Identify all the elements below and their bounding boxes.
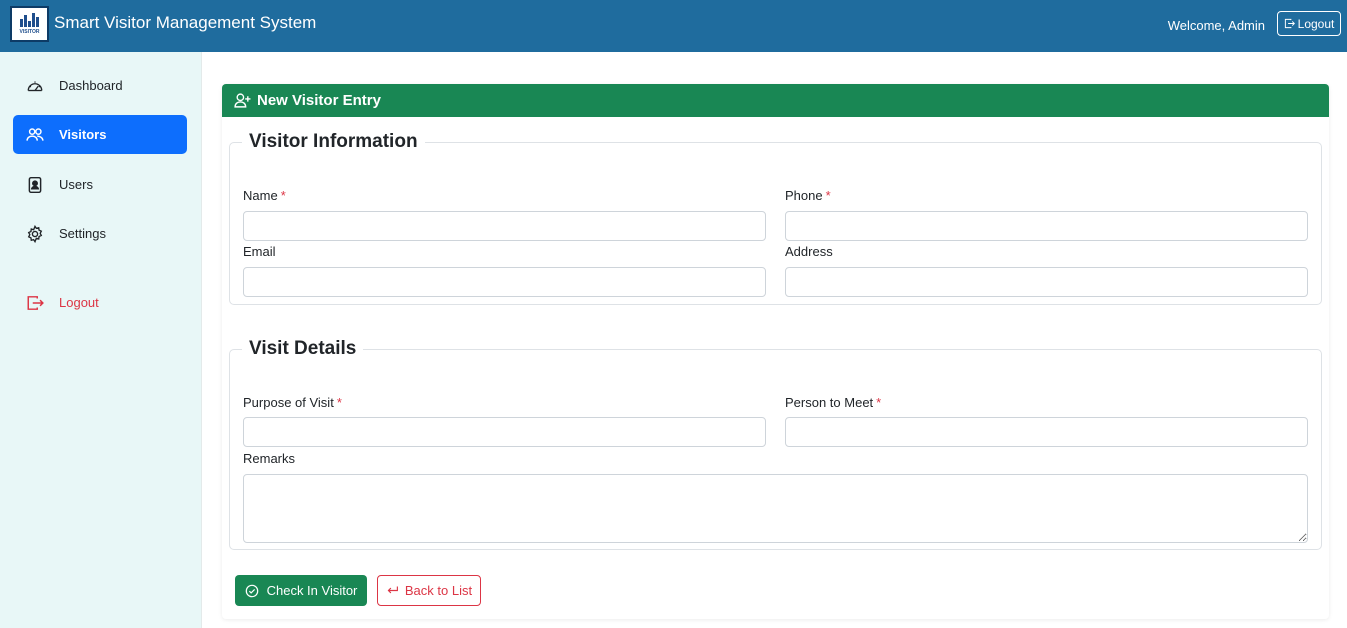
person-badge-icon [28,176,42,193]
sidebar-item-label: Users [59,177,93,192]
header-logout-label: Logout [1297,16,1335,31]
sidebar-item-users[interactable]: Users [13,165,187,204]
visitor-information-section: Visitor Information Name * Phone * Email A… [229,131,1322,305]
person-plus-icon [234,93,251,108]
logo-text: VISITOR [19,29,40,35]
people-icon [26,127,44,141]
sidebar-item-dashboard[interactable]: Dashboard [13,66,187,105]
person-to-meet-label: Person to Meet * [785,395,882,410]
visitor-entry-card: New Visitor Entry Visitor Information Na… [222,84,1329,619]
sidebar: Dashboard Visitors Users Settings Logout [0,52,202,628]
name-input[interactable] [243,211,766,241]
check-in-visitor-button[interactable]: Check In Visitor [235,575,367,606]
speedometer-icon [27,81,43,91]
section-title: Visit Details [249,338,357,359]
app-title: Smart Visitor Management System [54,13,317,32]
name-label: Name * [243,188,286,203]
welcome-text: Welcome, Admin [1167,18,1265,33]
section-title: Visitor Information [249,131,418,152]
sidebar-item-settings[interactable]: Settings [13,214,187,253]
email-label: Email [243,244,276,259]
purpose-label: Purpose of Visit * [243,395,342,410]
logout-icon [27,295,44,310]
email-input[interactable] [243,267,766,297]
app-logo[interactable]: VISITOR [10,6,49,42]
header-logout-button[interactable]: Logout [1277,11,1341,36]
back-to-list-label: Back to List [404,583,473,598]
sidebar-item-label: Logout [59,295,99,310]
check-circle-icon [245,584,258,597]
address-input[interactable] [785,267,1308,297]
phone-label: Phone * [785,188,831,203]
return-arrow-icon [387,586,398,594]
visit-details-section: Visit Details Purpose of Visit * Person t… [229,338,1322,550]
card-header: New Visitor Entry [222,84,1329,117]
back-to-list-button[interactable]: Back to List [377,575,481,606]
logo-graphic [20,13,39,27]
address-label: Address [785,244,833,259]
sidebar-item-label: Dashboard [59,78,123,93]
gear-icon [27,224,43,243]
form-title: New Visitor Entry [257,92,381,109]
sidebar-item-visitors[interactable]: Visitors [13,115,187,154]
sidebar-item-label: Visitors [59,127,107,142]
sidebar-item-logout[interactable]: Logout [13,283,187,322]
phone-input[interactable] [785,211,1308,241]
remarks-textarea[interactable] [243,474,1308,543]
top-navbar: VISITOR Smart Visitor Management System … [0,0,1347,52]
remarks-label: Remarks [243,451,296,466]
check-in-label: Check In Visitor [266,583,358,598]
person-to-meet-input[interactable] [785,417,1308,447]
sidebar-item-label: Settings [59,226,106,241]
logout-icon [1284,18,1295,29]
purpose-input[interactable] [243,417,766,447]
